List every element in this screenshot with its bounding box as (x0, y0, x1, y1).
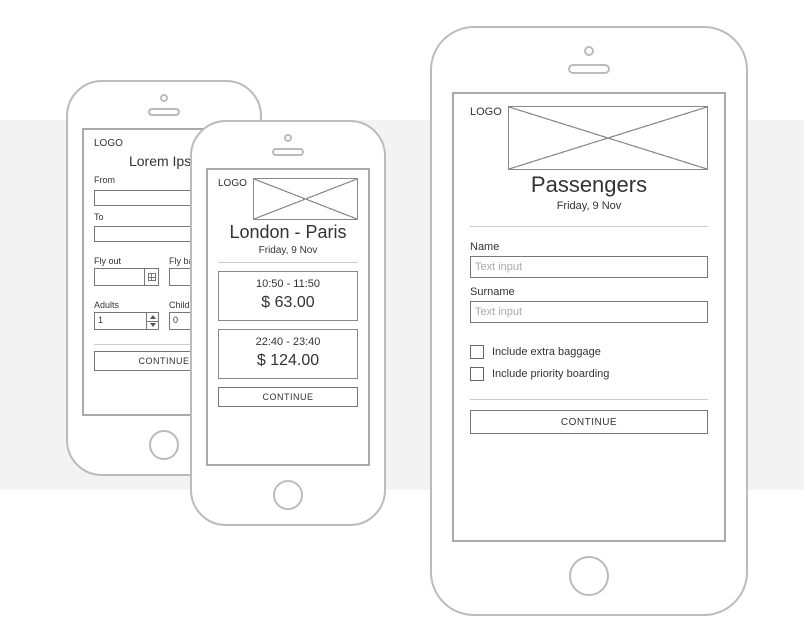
camera-icon (160, 94, 168, 102)
camera-icon (284, 134, 292, 142)
name-label: Name (470, 241, 708, 253)
extra-baggage-label: Include extra baggage (492, 346, 601, 358)
image-placeholder-icon (253, 178, 358, 220)
screen-flights: LOGO London - Paris Friday, 9 Nov 10:50 … (206, 168, 370, 466)
chevron-up-icon[interactable] (147, 313, 158, 322)
flight-option[interactable]: 10:50 - 11:50 $ 63.00 (218, 271, 358, 321)
adults-label: Adults (94, 300, 159, 310)
adults-value: 1 (95, 313, 146, 329)
continue-button[interactable]: CONTINUE (218, 387, 358, 407)
flight-time: 22:40 - 23:40 (225, 336, 351, 348)
flight-time: 10:50 - 11:50 (225, 278, 351, 290)
logo-text: LOGO (470, 106, 502, 118)
flyout-date-input[interactable] (94, 268, 159, 286)
flight-option[interactable]: 22:40 - 23:40 $ 124.00 (218, 329, 358, 379)
logo-text: LOGO (218, 178, 247, 189)
home-button[interactable] (149, 430, 179, 460)
flight-price: $ 63.00 (225, 294, 351, 312)
logo-text: LOGO (94, 138, 123, 149)
extra-baggage-option[interactable]: Include extra baggage (470, 345, 708, 359)
earpiece-icon (148, 108, 180, 116)
adults-stepper[interactable]: 1 (94, 312, 159, 330)
date-subtitle: Friday, 9 Nov (218, 245, 358, 256)
priority-boarding-label: Include priority boarding (492, 368, 609, 380)
home-button[interactable] (569, 556, 609, 596)
continue-button[interactable]: CONTINUE (470, 410, 708, 434)
priority-boarding-option[interactable]: Include priority boarding (470, 367, 708, 381)
divider (470, 226, 708, 227)
name-input[interactable] (470, 256, 708, 278)
route-title: London - Paris (218, 222, 358, 243)
calendar-icon[interactable] (144, 269, 158, 285)
divider (470, 399, 708, 400)
earpiece-icon (568, 64, 610, 74)
surname-label: Surname (470, 286, 708, 298)
image-placeholder-icon (508, 106, 708, 170)
divider (218, 262, 358, 263)
screen-passengers: LOGO Passengers Friday, 9 Nov Name Surna… (452, 92, 726, 542)
phone-frame-passengers: LOGO Passengers Friday, 9 Nov Name Surna… (430, 26, 748, 616)
chevron-down-icon[interactable] (147, 322, 158, 330)
date-subtitle: Friday, 9 Nov (470, 200, 708, 212)
home-button[interactable] (273, 480, 303, 510)
surname-input[interactable] (470, 301, 708, 323)
earpiece-icon (272, 148, 304, 156)
flight-price: $ 124.00 (225, 352, 351, 370)
checkbox-icon[interactable] (470, 345, 484, 359)
flyout-label: Fly out (94, 256, 159, 266)
phone-frame-flights: LOGO London - Paris Friday, 9 Nov 10:50 … (190, 120, 386, 526)
camera-icon (584, 46, 594, 56)
page-title: Passengers (470, 172, 708, 198)
checkbox-icon[interactable] (470, 367, 484, 381)
